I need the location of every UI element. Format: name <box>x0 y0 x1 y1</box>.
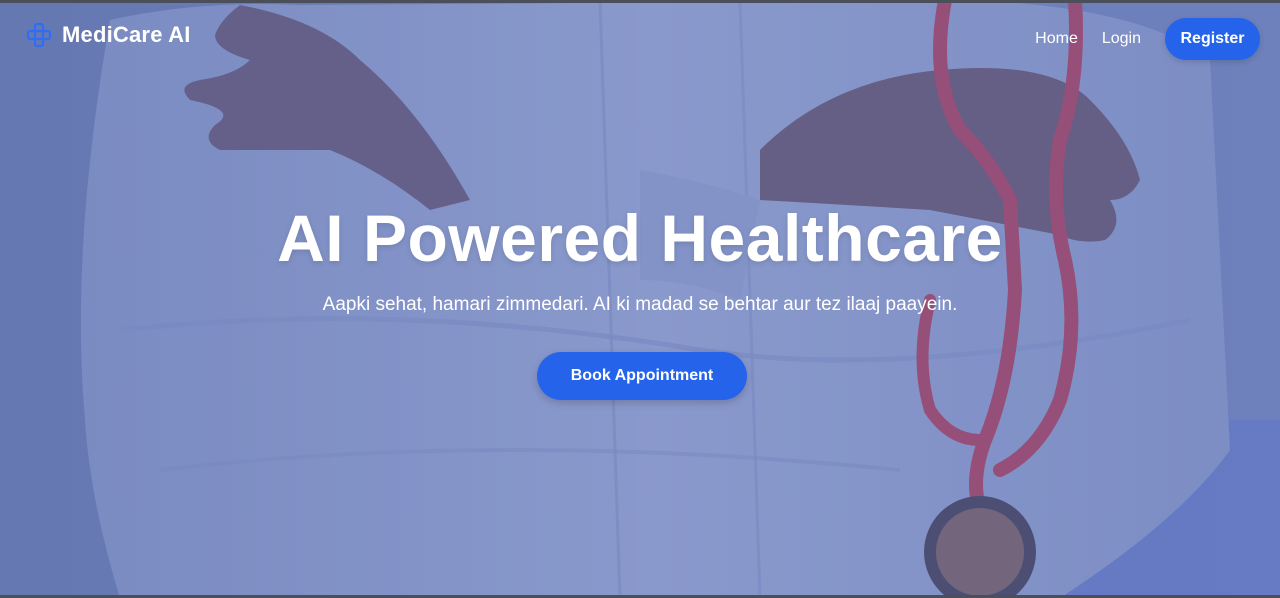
nav-login-link[interactable]: Login <box>1102 30 1141 48</box>
window-top-edge <box>0 0 1280 3</box>
hero-subtitle: Aapki sehat, hamari zimmedari. AI ki mad… <box>322 294 958 315</box>
register-button[interactable]: Register <box>1165 18 1260 60</box>
brand-name: MediCare AI <box>62 22 191 47</box>
medical-cross-icon <box>26 22 52 48</box>
book-appointment-button[interactable]: Book Appointment <box>537 352 747 400</box>
hero-title: AI Powered Healthcare <box>277 201 1003 275</box>
top-navbar: MediCare AI Home Login Register <box>0 18 1280 62</box>
hero-section: MediCare AI Home Login Register AI Power… <box>0 0 1280 598</box>
nav-home-link[interactable]: Home <box>1035 30 1078 48</box>
brand-logo[interactable]: MediCare AI <box>26 22 191 48</box>
nav-links: Home Login Register <box>1035 18 1260 60</box>
